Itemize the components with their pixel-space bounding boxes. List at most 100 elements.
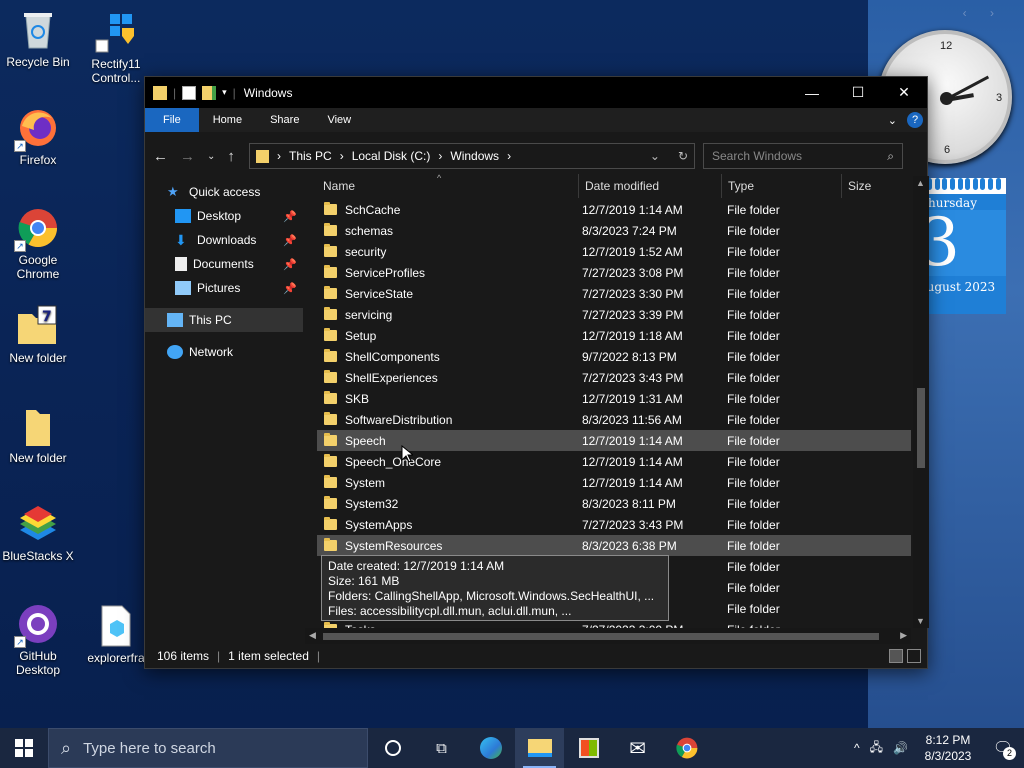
search-icon[interactable]: ⌕	[887, 149, 894, 164]
table-row[interactable]: ServiceProfiles 7/27/2023 3:08 PM File fol…	[317, 262, 911, 283]
details-view-icon[interactable]	[889, 649, 903, 663]
table-row[interactable]: SchCache 12/7/2019 1:14 AM File folder	[317, 199, 911, 220]
folder-icon[interactable]	[153, 85, 167, 100]
nav-documents[interactable]: Documents 📌	[145, 252, 303, 276]
help-icon[interactable]: ?	[907, 112, 923, 128]
tab-file[interactable]: File	[145, 108, 199, 132]
clock-button[interactable]: 8:12 PM 8/3/2023	[918, 732, 978, 764]
desktop-icon-rectify11-control[interactable]: Rectify11 Control...	[78, 10, 154, 85]
desktop-icon-google-chrome[interactable]: ↗ Google Chrome	[0, 206, 76, 281]
folder-icon	[324, 223, 337, 236]
table-row[interactable]: System32 8/3/2023 8:11 PM File folder	[317, 493, 911, 514]
table-row[interactable]: Setup 12/7/2019 1:18 AM File folder	[317, 325, 911, 346]
address-bar[interactable]: › This PC › Local Disk (C:) › Windows › …	[249, 143, 695, 169]
table-row[interactable]: ShellComponents 9/7/2022 8:13 PM File fold…	[317, 346, 911, 367]
desktop-icon-recycle-bin[interactable]: Recycle Bin	[0, 8, 76, 69]
refresh-icon[interactable]: ↻	[678, 149, 688, 163]
table-row[interactable]: servicing 7/27/2023 3:39 PM File folder	[317, 304, 911, 325]
scroll-right-icon[interactable]: ▶	[900, 630, 907, 641]
action-center-button[interactable]: 🗨 2	[988, 738, 1018, 760]
new-folder-icon[interactable]	[202, 85, 217, 100]
chevron-down-icon[interactable]: ⌄	[650, 149, 660, 163]
desktop-icon-new-folder-1[interactable]: 7 New folder	[0, 304, 76, 365]
desktop-icon-github-desktop[interactable]: ↗ GitHub Desktop	[0, 602, 76, 677]
taskbar-store[interactable]	[564, 728, 613, 768]
chevron-down-icon[interactable]: ▾	[222, 87, 227, 98]
nav-downloads[interactable]: ⬇ Downloads 📌	[145, 228, 303, 252]
table-row[interactable]: System 12/7/2019 1:14 AM File folder	[317, 472, 911, 493]
scroll-up-icon[interactable]: ▲	[916, 178, 925, 188]
table-row[interactable]: schemas 8/3/2023 7:24 PM File folder	[317, 220, 911, 241]
vertical-scrollbar[interactable]: ▲ ▼	[913, 176, 929, 628]
folder-icon	[324, 391, 337, 404]
table-row[interactable]: SystemApps 7/27/2023 3:43 PM File folder	[317, 514, 911, 535]
nav-this-pc[interactable]: This PC	[145, 308, 303, 332]
column-date-modified[interactable]: Date modified	[579, 174, 722, 198]
column-type[interactable]: Type	[722, 174, 842, 198]
scroll-down-icon[interactable]: ▼	[916, 616, 925, 626]
large-icons-view-icon[interactable]	[907, 649, 921, 663]
taskbar-chrome[interactable]	[662, 728, 711, 768]
forward-button[interactable]: →	[180, 148, 195, 165]
cortana-button[interactable]	[368, 728, 417, 768]
column-size[interactable]: Size	[842, 174, 902, 198]
maximize-button[interactable]: ☐	[835, 77, 881, 108]
tab-home[interactable]: Home	[199, 108, 256, 132]
breadcrumb-windows[interactable]: Windows	[450, 149, 499, 163]
taskbar-edge[interactable]	[466, 728, 515, 768]
column-name[interactable]: Name ^	[317, 174, 579, 198]
taskbar-search-box[interactable]: ⌕ Type here to search	[48, 728, 368, 768]
table-row[interactable]: SoftwareDistribution 8/3/2023 11:56 AM Fil…	[317, 409, 911, 430]
breadcrumb-local-disk[interactable]: Local Disk (C:)	[352, 149, 431, 163]
nav-pictures[interactable]: Pictures 📌	[145, 276, 303, 300]
task-view-button[interactable]: ⧉	[417, 728, 466, 768]
chevron-up-icon[interactable]: ^	[854, 741, 860, 755]
minimize-button[interactable]: —	[789, 77, 835, 108]
back-button[interactable]: ←	[153, 148, 168, 165]
tab-share[interactable]: Share	[256, 108, 313, 132]
nav-desktop[interactable]: Desktop 📌	[145, 204, 303, 228]
start-button[interactable]	[0, 728, 48, 768]
file-type: File folder	[727, 286, 780, 301]
desktop-icon-explorerframe[interactable]: explorerfra	[78, 604, 154, 665]
firefox-icon: ↗	[14, 106, 60, 152]
desktop-icon-firefox[interactable]: ↗ Firefox	[0, 106, 76, 167]
up-button[interactable]: ↑	[227, 148, 235, 165]
close-button[interactable]: ✕	[881, 77, 927, 108]
table-row[interactable]: security 12/7/2019 1:52 AM File folder	[317, 241, 911, 262]
scroll-left-icon[interactable]: ◀	[309, 630, 316, 641]
taskbar-mail[interactable]: ✉	[613, 728, 662, 768]
tab-view[interactable]: View	[313, 108, 365, 132]
search-input[interactable]: Search Windows ⌕	[703, 143, 903, 169]
gadget-arrows[interactable]: ‹ ›	[963, 6, 1004, 20]
properties-icon[interactable]	[182, 85, 197, 100]
nav-network[interactable]: Network	[145, 340, 303, 364]
table-row[interactable]: SystemResources 8/3/2023 6:38 PM File fold…	[317, 535, 911, 556]
recycle-bin-icon	[16, 8, 60, 52]
file-date: 12/7/2019 1:31 AM	[582, 391, 683, 406]
calendar-gadget[interactable]: Thursday 3 August 2023	[922, 178, 1006, 314]
recent-locations-icon[interactable]: ⌄	[207, 151, 215, 162]
file-date: 12/7/2019 1:52 AM	[582, 244, 683, 259]
nav-quick-access[interactable]: ★ Quick access	[145, 180, 303, 204]
file-date: 8/3/2023 8:11 PM	[582, 496, 676, 511]
taskbar-file-explorer[interactable]	[515, 728, 564, 768]
title-bar[interactable]: | ▾ | Windows — ☐ ✕	[145, 77, 927, 108]
desktop-icon-new-folder-2[interactable]: New folder	[0, 404, 76, 465]
file-type: File folder	[727, 307, 780, 322]
folder-icon	[324, 307, 337, 320]
pin-icon: 📌	[283, 210, 297, 223]
network-icon[interactable]: 🖧	[870, 738, 883, 759]
horizontal-scrollbar[interactable]: ◀ ▶	[305, 628, 911, 644]
table-row[interactable]: SKB 12/7/2019 1:31 AM File folder	[317, 388, 911, 409]
desktop-icon-bluestacks[interactable]: BlueStacks X	[0, 502, 76, 563]
table-row[interactable]: ShellExperiences 7/27/2023 3:43 PM File fo…	[317, 367, 911, 388]
folder-icon	[256, 149, 269, 163]
breadcrumb-this-pc[interactable]: This PC	[289, 149, 332, 163]
scrollbar-thumb[interactable]	[917, 388, 925, 468]
scrollbar-thumb[interactable]	[323, 633, 879, 640]
expand-ribbon-icon[interactable]: ⌄	[888, 114, 897, 127]
volume-icon[interactable]: 🔊	[893, 741, 908, 755]
search-icon: ⌕	[61, 737, 72, 758]
table-row[interactable]: ServiceState 7/27/2023 3:30 PM File folder	[317, 283, 911, 304]
